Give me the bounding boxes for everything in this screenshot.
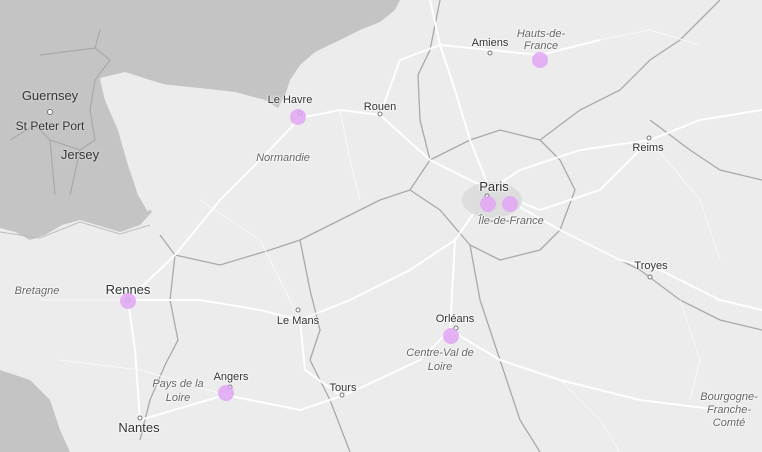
city-label-rouen: Rouen (363, 101, 397, 113)
region-label-bretagne: Bretagne (14, 285, 60, 297)
region-label-hauts-de-france-1: Hauts-de- (516, 28, 566, 40)
map-marker-paris-west[interactable] (480, 196, 496, 212)
map-marker-angers[interactable] (218, 385, 234, 401)
island-label-st-peter-port: St Peter Port (15, 119, 85, 133)
region-label-centre-val-de-loire-1: Centre-Val de (406, 347, 474, 359)
city-label-le-havre: Le Havre (267, 94, 313, 106)
region-label-hauts-de-france-2: France (523, 40, 559, 52)
city-label-angers: Angers (213, 371, 249, 383)
city-label-orleans: Orléans (435, 313, 475, 325)
map-marker-le-havre[interactable] (290, 109, 306, 125)
city-label-amiens: Amiens (471, 37, 509, 49)
region-label-centre-val-de-loire-2: Loire (427, 361, 453, 373)
region-label-ile-de-france: Île-de-France (478, 215, 544, 227)
region-label-pays-de-la-loire-1: Pays de la (152, 378, 204, 390)
map-view[interactable]: Guernsey St Peter Port Jersey Amiens Le … (0, 0, 762, 452)
city-label-tours: Tours (329, 382, 357, 394)
city-label-le-mans: Le Mans (276, 315, 320, 327)
map-marker-paris-east[interactable] (502, 196, 518, 212)
map-marker-hauts-de-france[interactable] (532, 52, 548, 68)
map-marker-rennes[interactable] (120, 293, 136, 309)
region-label-normandie: Normandie (256, 152, 310, 164)
region-label-bourgogne-2: Franche- (706, 404, 752, 416)
city-label-reims: Reims (632, 142, 664, 154)
region-label-bourgogne-3: Comté (712, 417, 746, 429)
map-basemap (0, 0, 762, 452)
island-label-guernsey: Guernsey (21, 88, 79, 103)
city-label-nantes: Nantes (118, 420, 160, 435)
region-label-pays-de-la-loire-2: Loire (165, 392, 191, 404)
city-label-paris: Paris (479, 179, 509, 194)
map-marker-orleans[interactable] (443, 328, 459, 344)
island-label-jersey: Jersey (60, 147, 100, 162)
region-label-bourgogne-1: Bourgogne- (700, 391, 758, 403)
city-label-troyes: Troyes (634, 260, 668, 272)
